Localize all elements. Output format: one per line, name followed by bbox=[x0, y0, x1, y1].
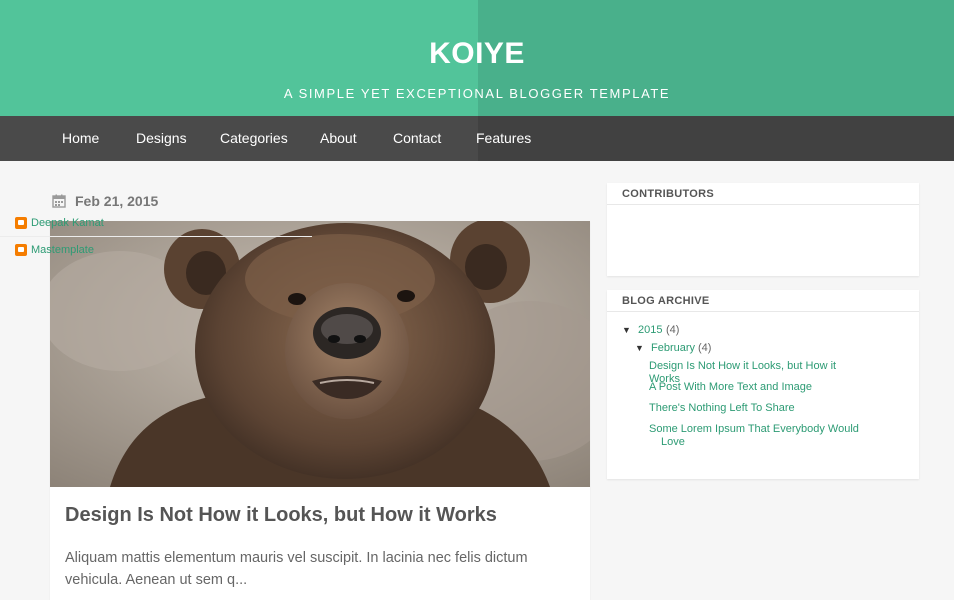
contributor-item[interactable]: Deepak Kamat bbox=[0, 209, 312, 237]
archive-month-link[interactable]: February bbox=[651, 342, 695, 355]
contributor-item[interactable]: Mastemplate bbox=[0, 236, 312, 264]
nav-designs[interactable]: Designs bbox=[136, 116, 187, 161]
nav-about[interactable]: About bbox=[320, 116, 357, 161]
archive-year-count: (4) bbox=[666, 324, 680, 336]
archive-post-link-text: Some Lorem Ipsum That Everybody Would Lo… bbox=[649, 423, 859, 448]
post-excerpt: Aliquam mattis elementum mauris vel susc… bbox=[65, 550, 528, 588]
main-nav: Home Designs Categories About Contact Fe… bbox=[0, 116, 954, 161]
archive-post-link[interactable]: There's Nothing Left To Share bbox=[649, 402, 869, 415]
nav-features[interactable]: Features bbox=[476, 116, 531, 161]
contributors-widget: CONTRIBUTORS bbox=[607, 183, 919, 276]
post-title[interactable]: Design Is Not How it Looks, but How it W… bbox=[65, 501, 580, 529]
nav-home[interactable]: Home bbox=[62, 116, 99, 161]
nav-contact[interactable]: Contact bbox=[393, 116, 441, 161]
calendar-icon bbox=[52, 194, 66, 208]
blog-archive-heading: BLOG ARCHIVE bbox=[607, 290, 919, 312]
site-header: KOIYE A SIMPLE YET EXCEPTIONAL BLOGGER T… bbox=[0, 0, 954, 116]
year-toggle-icon[interactable]: ▼ bbox=[622, 325, 631, 335]
contributor-link[interactable]: Mastemplate bbox=[31, 244, 94, 256]
contributors-heading: CONTRIBUTORS bbox=[607, 183, 919, 205]
archive-post-link[interactable]: Some Lorem Ipsum That Everybody Would Lo… bbox=[649, 423, 859, 449]
archive-post-link[interactable]: A Post With More Text and Image bbox=[649, 381, 869, 394]
post-date: Feb 21, 2015 bbox=[52, 192, 158, 210]
post-card: Design Is Not How it Looks, but How it W… bbox=[50, 221, 590, 600]
contributor-link[interactable]: Deepak Kamat bbox=[31, 217, 104, 229]
month-toggle-icon[interactable]: ▼ bbox=[635, 343, 644, 353]
blogger-icon bbox=[15, 244, 27, 256]
archive-year-link[interactable]: 2015 bbox=[638, 324, 662, 337]
nav-shade bbox=[478, 116, 954, 161]
blogger-icon bbox=[15, 216, 27, 229]
post-date-text: Feb 21, 2015 bbox=[75, 193, 159, 209]
archive-month-count: (4) bbox=[698, 342, 712, 354]
nav-categories[interactable]: Categories bbox=[220, 116, 288, 161]
site-tagline: A SIMPLE YET EXCEPTIONAL BLOGGER TEMPLAT… bbox=[283, 86, 671, 101]
site-title[interactable]: KOIYE bbox=[0, 37, 954, 71]
